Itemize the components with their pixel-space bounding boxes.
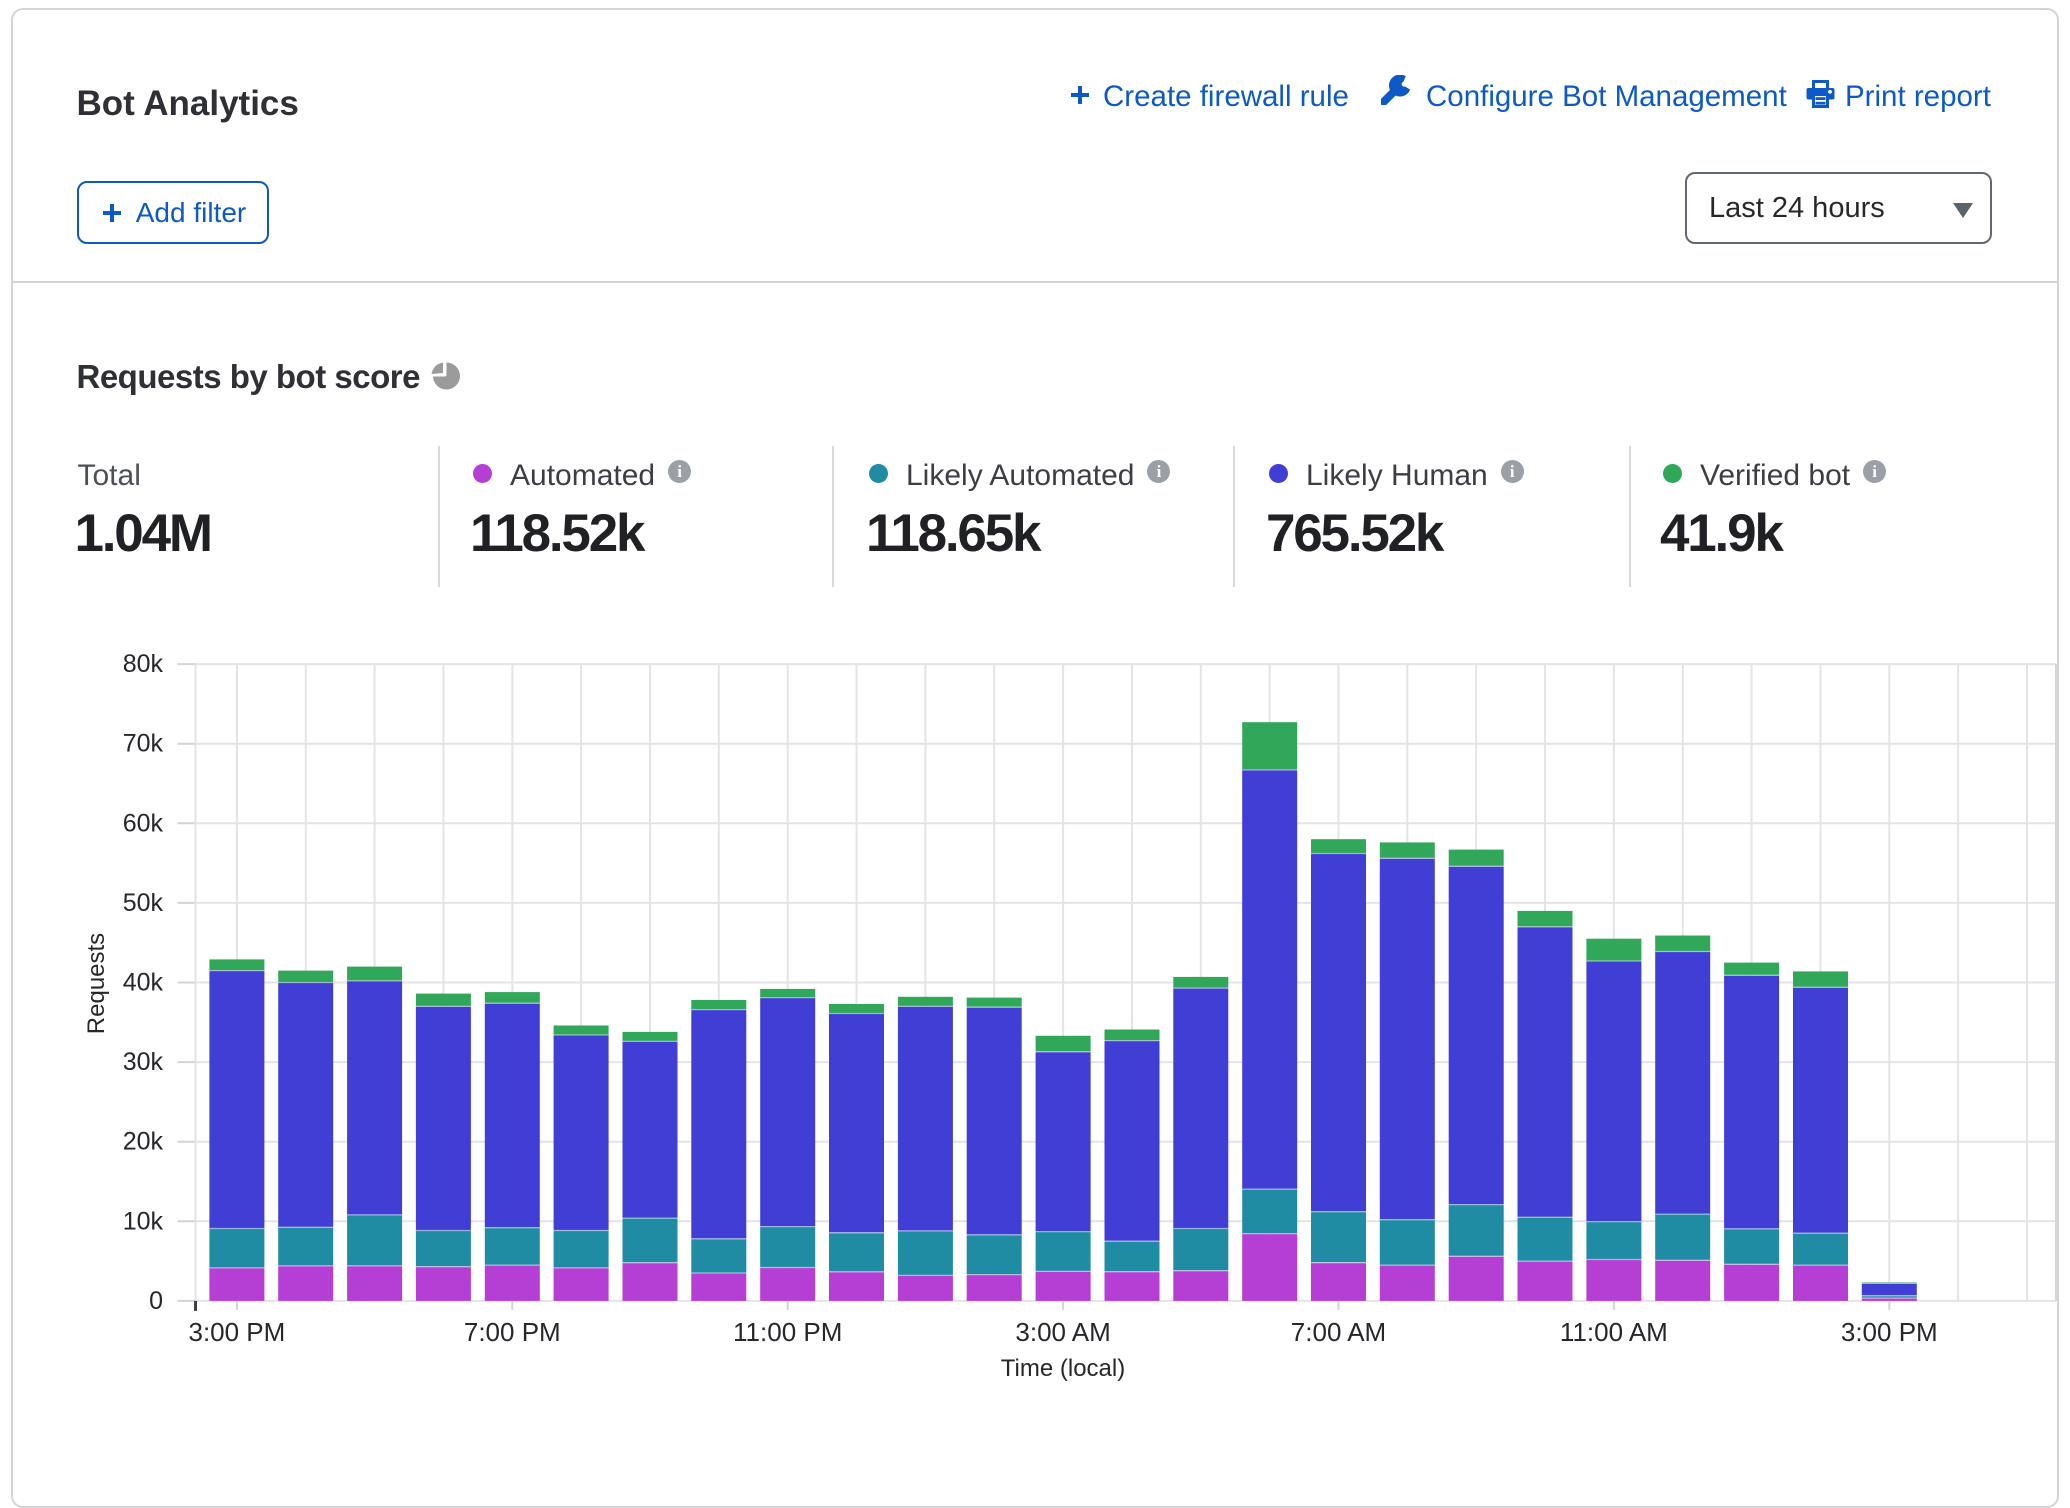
svg-text:30k: 30k [123, 1048, 164, 1076]
svg-text:40k: 40k [123, 969, 164, 997]
svg-text:Time (local): Time (local) [1001, 1355, 1125, 1382]
svg-text:Requests: Requests [83, 933, 110, 1034]
svg-text:7:00 PM: 7:00 PM [464, 1317, 561, 1347]
svg-text:80k: 80k [123, 650, 164, 678]
svg-text:3:00 PM: 3:00 PM [188, 1317, 285, 1347]
svg-text:3:00 PM: 3:00 PM [1841, 1317, 1938, 1347]
svg-text:0: 0 [149, 1287, 163, 1315]
svg-text:11:00 AM: 11:00 AM [1560, 1317, 1668, 1347]
svg-text:50k: 50k [123, 889, 164, 917]
svg-text:7:00 AM: 7:00 AM [1291, 1317, 1386, 1347]
svg-text:70k: 70k [123, 730, 164, 758]
svg-text:60k: 60k [123, 809, 164, 837]
svg-text:11:00 PM: 11:00 PM [733, 1317, 842, 1347]
svg-text:3:00 AM: 3:00 AM [1015, 1317, 1110, 1347]
svg-text:20k: 20k [123, 1128, 164, 1156]
svg-text:10k: 10k [123, 1207, 164, 1235]
